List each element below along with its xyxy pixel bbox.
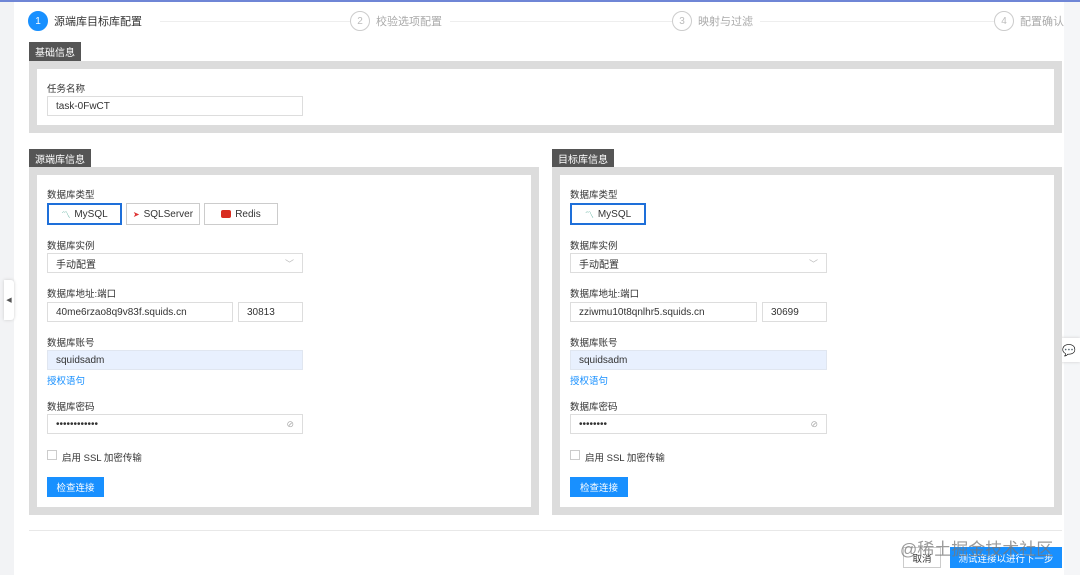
step-label: 校验选项配置 — [376, 16, 442, 28]
db-account-label: 数据库账号 — [570, 338, 618, 349]
db-port-input[interactable]: 30699 — [762, 302, 827, 322]
step-number: 1 — [28, 11, 48, 31]
db-type-label-text: MySQL — [597, 208, 632, 220]
redis-icon — [221, 210, 232, 218]
db-password-value: •••••••••••• — [56, 418, 99, 430]
db-instance-label: 数据库实例 — [47, 241, 95, 252]
footer-divider — [29, 530, 1062, 531]
step-label: 配置确认 — [1020, 16, 1064, 28]
check-connection-button[interactable]: 检查连接 — [47, 477, 104, 497]
target-db-tab: 目标库信息 — [552, 149, 614, 168]
db-account-label: 数据库账号 — [47, 338, 95, 349]
step-2: 2 校验选项配置 — [350, 11, 442, 31]
collapse-sidebar-handle[interactable]: ◀ — [4, 280, 14, 320]
source-db-tab: 源端库信息 — [29, 149, 91, 168]
step-4: 4 配置确认 — [994, 11, 1064, 31]
basic-info-tab: 基础信息 — [29, 42, 81, 61]
mysql-dolphin-icon: 〽 — [584, 209, 594, 220]
db-type-sqlserver[interactable]: ➤ SQLServer — [126, 203, 200, 225]
ssl-checkbox[interactable] — [47, 450, 57, 460]
step-connector — [450, 21, 672, 22]
mysql-dolphin-icon: 〽 — [61, 209, 71, 220]
db-port-value: 30699 — [771, 306, 799, 318]
db-password-label: 数据库密码 — [47, 402, 95, 413]
sqlserver-icon: ➤ — [132, 209, 140, 219]
db-type-mysql[interactable]: 〽 MySQL — [570, 203, 646, 225]
db-instance-value: 手动配置 — [56, 259, 96, 271]
check-connection-button[interactable]: 检查连接 — [570, 477, 628, 497]
eye-hidden-icon[interactable]: ⊘ — [810, 419, 818, 430]
db-password-label: 数据库密码 — [570, 402, 618, 413]
step-label: 映射与过滤 — [698, 16, 753, 28]
db-password-value: •••••••• — [579, 418, 608, 430]
db-account-input[interactable]: squidsadm — [570, 350, 827, 370]
ssl-label: 启用 SSL 加密传输 — [585, 453, 665, 464]
db-instance-select[interactable]: 手动配置 ﹀ — [570, 253, 827, 273]
grant-statement-link[interactable]: 授权语句 — [570, 373, 608, 387]
step-label: 源端库目标库配置 — [54, 16, 142, 28]
step-connector — [160, 21, 350, 22]
chat-bubble-icon: 💬 — [1062, 344, 1076, 357]
watermark: @稀土掘金技术社区 — [900, 540, 1054, 559]
db-type-label: 数据库类型 — [570, 190, 618, 201]
caret-left-icon: ◀ — [6, 297, 12, 304]
task-name-label: 任务名称 — [47, 84, 86, 95]
step-number: 3 — [672, 11, 692, 31]
top-accent-line — [0, 0, 1080, 2]
db-address-label: 数据库地址:端口 — [47, 289, 117, 300]
db-instance-select[interactable]: 手动配置 ﹀ — [47, 253, 303, 273]
ssl-checkbox[interactable] — [570, 450, 580, 460]
db-instance-value: 手动配置 — [579, 259, 619, 271]
step-connector — [760, 21, 994, 22]
right-strip — [1064, 2, 1080, 575]
db-type-mysql[interactable]: 〽 MySQL — [47, 203, 122, 225]
db-host-input[interactable]: zziwmu10t8qnlhr5.squids.cn — [570, 302, 757, 322]
grant-statement-link[interactable]: 授权语句 — [47, 373, 85, 387]
db-account-input[interactable]: squidsadm — [47, 350, 303, 370]
task-name-input[interactable]: task-0FwCT — [47, 96, 303, 116]
chevron-down-icon: ﹀ — [808, 258, 818, 269]
ssl-label: 启用 SSL 加密传输 — [62, 453, 142, 464]
step-1: 1 源端库目标库配置 — [28, 11, 142, 31]
db-port-value: 30813 — [247, 306, 275, 318]
db-type-label: 数据库类型 — [47, 190, 95, 201]
db-type-label-text: MySQL — [74, 208, 108, 220]
db-host-value: zziwmu10t8qnlhr5.squids.cn — [579, 306, 705, 318]
db-account-value: squidsadm — [56, 354, 105, 366]
step-3: 3 映射与过滤 — [672, 11, 753, 31]
db-host-value: 40me6rzao8q9v83f.squids.cn — [56, 306, 187, 318]
db-port-input[interactable]: 30813 — [238, 302, 303, 322]
db-address-label: 数据库地址:端口 — [570, 289, 640, 300]
task-name-value: task-0FwCT — [56, 100, 110, 112]
db-type-label-text: SQLServer — [143, 208, 194, 220]
db-host-input[interactable]: 40me6rzao8q9v83f.squids.cn — [47, 302, 233, 322]
db-type-label-text: Redis — [235, 208, 261, 220]
db-password-input[interactable]: •••••••••••• ⊘ — [47, 414, 303, 434]
chevron-down-icon: ﹀ — [284, 258, 294, 269]
step-number: 4 — [994, 11, 1014, 31]
step-number: 2 — [350, 11, 370, 31]
db-instance-label: 数据库实例 — [570, 241, 618, 252]
db-account-value: squidsadm — [579, 354, 628, 366]
db-type-redis[interactable]: Redis — [204, 203, 278, 225]
db-password-input[interactable]: •••••••• ⊘ — [570, 414, 827, 434]
eye-hidden-icon[interactable]: ⊘ — [286, 419, 294, 430]
